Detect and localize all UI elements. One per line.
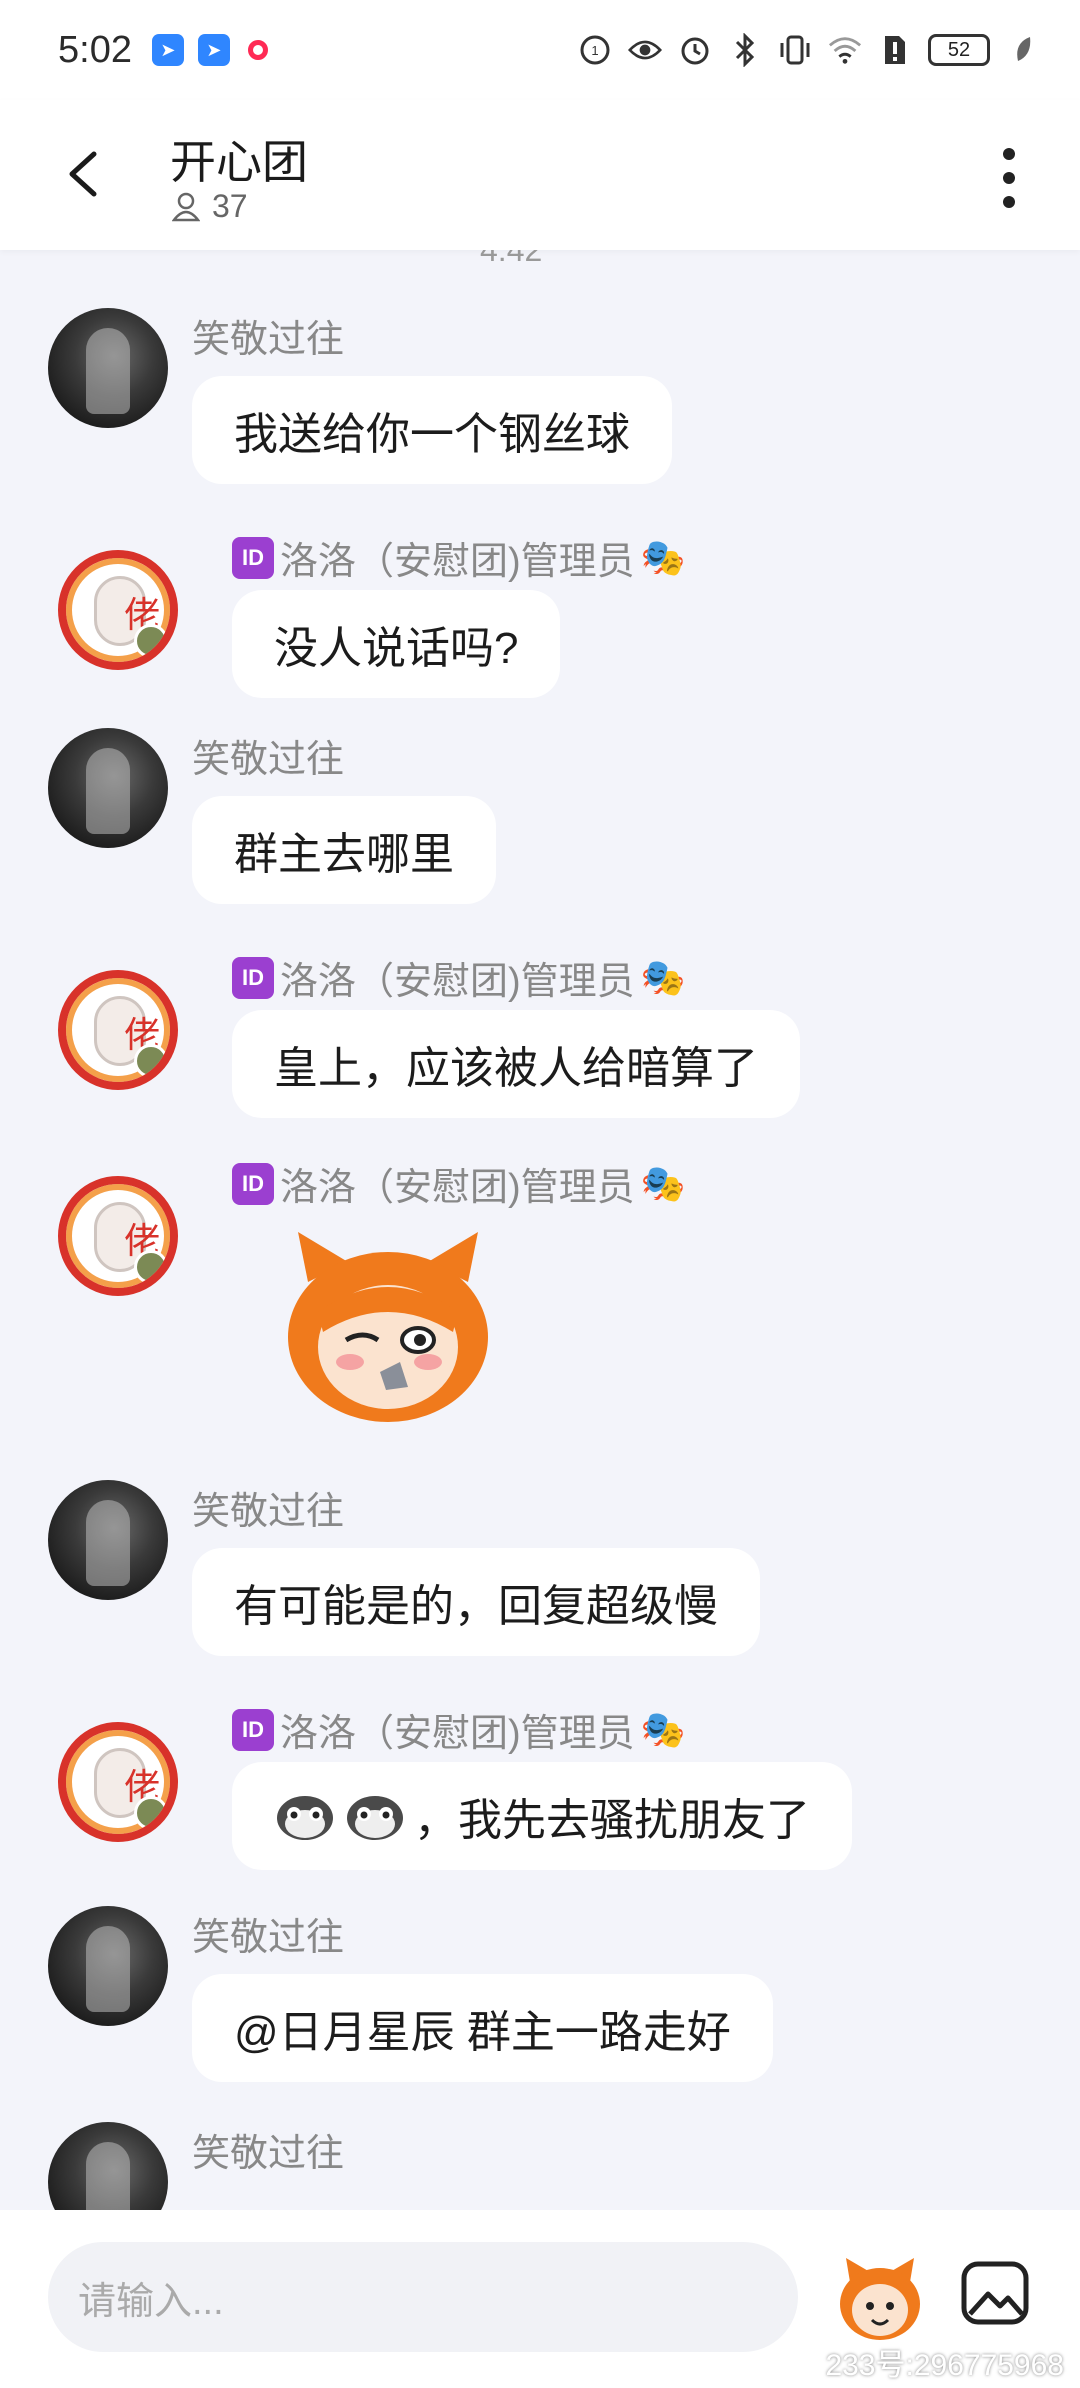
message-bubble[interactable]: ，我先去骚扰朋友了 xyxy=(232,1762,852,1870)
mascot-emoji-button[interactable] xyxy=(832,2252,928,2348)
sender-name-admin: ID 洛洛（安慰团)管理员 🎭 xyxy=(232,950,685,1005)
avatar[interactable] xyxy=(48,308,168,428)
wifi-icon xyxy=(828,33,862,67)
message-bubble[interactable]: 有可能是的，回复超级慢 xyxy=(192,1548,760,1656)
message-bubble[interactable]: 皇上，应该被人给暗算了 xyxy=(232,1010,800,1118)
raccoon-emoji-icon xyxy=(344,1790,406,1842)
avatar[interactable]: 佬 xyxy=(58,1722,178,1842)
message-bubble[interactable]: 我送给你一个钢丝球 xyxy=(192,376,672,484)
eye-icon xyxy=(628,33,662,67)
id-badge-icon: ID xyxy=(232,1708,274,1751)
partial-timestamp: 4:42 xyxy=(480,250,543,268)
member-count: 37 xyxy=(212,188,248,224)
chat-header: 开心团 37 xyxy=(0,100,1080,250)
bluetooth-icon xyxy=(728,33,762,67)
sender-name: 笑敬过往 xyxy=(192,1491,345,1533)
sender-name: 洛洛（安慰团)管理员 xyxy=(280,961,635,1003)
more-options-button[interactable] xyxy=(994,148,1024,208)
group-title: 开心团 xyxy=(170,136,308,188)
message-text: ，我先去骚扰朋友了 xyxy=(414,1796,810,1845)
sender-name: 笑敬过往 xyxy=(192,319,345,361)
avatar[interactable]: 佬 xyxy=(58,1176,178,1296)
theater-mask-icon: 🎭 xyxy=(640,536,686,578)
hd-icon: 1 xyxy=(578,33,612,67)
sender-name-admin: ID 洛洛（安慰团)管理员 🎭 xyxy=(232,1702,685,1757)
message-bubble[interactable]: 群主去哪里 xyxy=(192,796,496,904)
status-icons: 1 52 xyxy=(578,33,1040,67)
leaf-icon xyxy=(1006,33,1040,67)
avatar[interactable] xyxy=(48,1480,168,1600)
chat-message-list[interactable]: 4:42 笑敬过往 我送给你一个钢丝球 佬 ID 洛洛（安慰团)管理员 🎭 没人… xyxy=(0,250,1080,2210)
battery-icon: 52 xyxy=(928,34,990,66)
vibrate-icon xyxy=(778,33,812,67)
theater-mask-icon: 🎭 xyxy=(640,956,686,998)
app-notification-icon: ➤ xyxy=(151,34,184,66)
theater-mask-icon: 🎭 xyxy=(640,1708,686,1750)
theater-mask-icon: 🎭 xyxy=(640,1162,686,1204)
avatar[interactable]: 佬 xyxy=(58,970,178,1090)
watermark-text: 233号:296775968 xyxy=(825,2349,1064,2382)
status-bar: 5:02 ➤ ➤ 1 52 xyxy=(0,0,1080,100)
person-icon xyxy=(172,192,200,221)
id-badge-icon: ID xyxy=(232,536,274,579)
message-input[interactable]: 请输入... xyxy=(48,2242,798,2352)
id-badge-icon: ID xyxy=(232,1162,274,1205)
avatar[interactable]: 佬 xyxy=(58,550,178,670)
sender-name: 笑敬过往 xyxy=(192,2133,345,2175)
member-count-row[interactable]: 37 xyxy=(172,188,248,225)
sender-name: 笑敬过往 xyxy=(192,739,345,781)
svg-text:1: 1 xyxy=(591,43,598,58)
avatar[interactable] xyxy=(48,2122,168,2210)
message-bubble[interactable]: @日月星辰 群主一路走好 xyxy=(192,1974,773,2082)
app-notification-icon: ➤ xyxy=(197,34,230,66)
sim-icon xyxy=(878,33,912,67)
sender-name: 洛洛（安慰团)管理员 xyxy=(280,541,635,583)
cat-sticker-icon[interactable] xyxy=(268,1222,508,1442)
image-picker-icon[interactable] xyxy=(960,2258,1030,2328)
sender-name: 笑敬过往 xyxy=(192,1917,345,1959)
id-badge-icon: ID xyxy=(232,956,274,999)
sender-name-admin: ID 洛洛（安慰团)管理员 🎭 xyxy=(232,1156,685,1211)
more-vertical-icon xyxy=(1003,148,1015,160)
avatar[interactable] xyxy=(48,1906,168,2026)
message-bubble[interactable]: 没人说话吗? xyxy=(232,590,561,698)
sender-name: 洛洛（安慰团)管理员 xyxy=(280,1713,635,1755)
back-arrow-icon xyxy=(69,151,97,197)
sender-name-admin: ID 洛洛（安慰团)管理员 🎭 xyxy=(232,530,685,585)
sender-name: 洛洛（安慰团)管理员 xyxy=(280,1167,635,1209)
status-time: 5:02 xyxy=(58,28,132,71)
record-dot-icon xyxy=(247,40,268,60)
back-button[interactable] xyxy=(60,148,112,200)
raccoon-emoji-icon xyxy=(274,1790,336,1842)
avatar[interactable] xyxy=(48,728,168,848)
input-bar: 请输入... 233号:296775968 xyxy=(0,2210,1080,2388)
alarm-icon xyxy=(678,33,712,67)
